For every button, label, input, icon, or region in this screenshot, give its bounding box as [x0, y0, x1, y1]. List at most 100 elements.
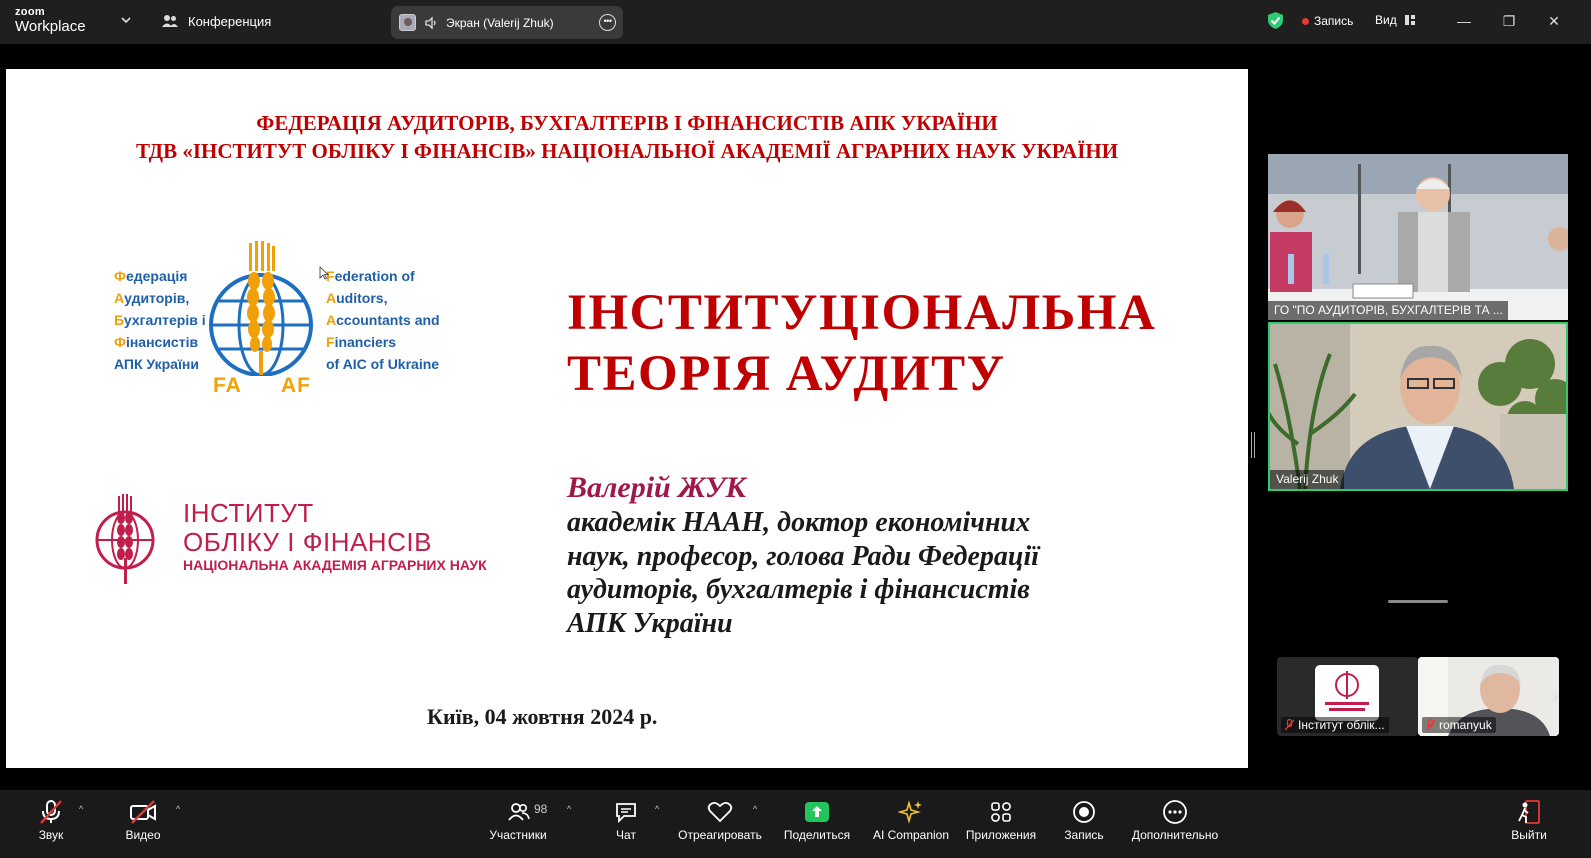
video-options-caret[interactable]: ^	[176, 804, 180, 814]
apps-button[interactable]: Приложения	[963, 798, 1039, 842]
security-shield-icon[interactable]	[1267, 11, 1284, 30]
participant-video-tile[interactable]: ГО "ПО АУДИТОРІВ, БУХГАЛТЕРІВ ТА ...	[1268, 154, 1568, 320]
video-button[interactable]: Видео	[120, 798, 166, 842]
faaf-ua-line-text: АПК України	[114, 356, 199, 372]
view-button[interactable]: Вид	[1375, 13, 1416, 27]
panel-divider[interactable]	[1388, 600, 1448, 603]
faaf-en-line: Accountants and	[326, 309, 440, 331]
faaf-en-initial-letter: A	[326, 312, 337, 328]
author-desc-line-3: аудиторів, бухгалтерів і фінансистів	[567, 574, 1030, 605]
thumbnail-name-text: romanyuk	[1439, 718, 1492, 732]
faaf-en-line: Financiers	[326, 331, 440, 353]
faaf-en-initial-letter: A	[326, 290, 337, 306]
author-desc-line-4: АПК України	[567, 607, 733, 639]
minimize-button[interactable]: —	[1455, 12, 1473, 30]
sparkle-icon	[898, 800, 922, 824]
faaf-fa-letters: FA	[213, 374, 242, 397]
participants-label: Участники	[489, 828, 547, 842]
institute-emblem-icon	[95, 494, 155, 584]
author-name: Валерій ЖУК	[567, 471, 746, 504]
mic-muted-icon	[1285, 719, 1294, 731]
faaf-en-line-text: ccountants and	[336, 312, 440, 328]
faaf-ua-line: Федерація	[114, 265, 206, 287]
faaf-en-line-text: uditors,	[336, 290, 388, 306]
more-options-icon[interactable]: •••	[599, 14, 616, 31]
more-icon	[1163, 800, 1187, 824]
close-button[interactable]: ✕	[1545, 12, 1563, 30]
thumbnail-name-label: Інститут облік...	[1281, 717, 1389, 733]
faaf-ua-line: АПК України	[114, 353, 206, 375]
leave-label: Выйти	[1511, 828, 1547, 842]
meeting-toolbar: Звук ^ Видео ^ Участники 98 ^ Чат ^ Отре…	[0, 790, 1591, 858]
heart-icon	[707, 801, 733, 823]
audio-options-caret[interactable]: ^	[79, 804, 83, 814]
recording-indicator[interactable]: Запись	[1302, 14, 1353, 28]
org-line-2: ТДВ «ІНСТИТУТ ОБЛІКУ І ФІНАНСІВ» НАЦІОНА…	[135, 139, 1119, 163]
faaf-ua-line-text: едерація	[125, 268, 188, 284]
share-screen-icon	[805, 802, 829, 822]
participants-options-caret[interactable]: ^	[567, 804, 571, 814]
faaf-ua-initial-letter: Б	[114, 312, 124, 328]
share-label: Поделиться	[783, 828, 851, 842]
faaf-en-line-text: inanciers	[334, 334, 397, 350]
faaf-en-initial-letter: F	[326, 334, 335, 350]
react-options-caret[interactable]: ^	[753, 804, 757, 814]
faaf-ua-line-text: удиторів,	[124, 290, 190, 306]
faaf-en-line: of AIC of Ukraine	[326, 353, 440, 375]
meeting-label: Конференция	[188, 13, 272, 29]
faaf-ua-line: Фінансистів	[114, 331, 206, 353]
chat-button[interactable]: Чат	[610, 798, 642, 842]
place-and-date: Київ, 04 жовтня 2024 р.	[427, 704, 658, 729]
faaf-ua-initial-letter: Ф	[114, 268, 126, 284]
share-indicator-label: Экран (Valerij Zhuk)	[446, 15, 554, 30]
faaf-ua-initial-letter: А	[114, 290, 125, 306]
meeting-info-button[interactable]: Конференция	[161, 13, 271, 29]
thumbnail-name-label: romanyuk	[1422, 717, 1496, 733]
more-button[interactable]: Дополнительно	[1130, 798, 1220, 842]
screen-share-indicator[interactable]: Экран (Valerij Zhuk) •••	[391, 6, 623, 39]
microphone-muted-icon	[40, 800, 62, 824]
react-label: Отреагировать	[678, 828, 762, 842]
title-bar: zoom Workplace Конференция Экран (Valeri…	[0, 0, 1591, 44]
shared-screen: ФЕДЕРАЦІЯ АУДИТОРІВ, БУХГАЛТЕРІВ І ФІНАН…	[6, 69, 1248, 768]
participant-name-label: ГО "ПО АУДИТОРІВ, БУХГАЛТЕРІВ ТА ...	[1268, 301, 1508, 320]
faaf-text-ukrainian: Федерація Аудиторів, Бухгалтерів і Фінансис…	[114, 265, 206, 375]
video-label: Видео	[125, 828, 161, 842]
record-icon	[1073, 801, 1095, 823]
leave-button[interactable]: Выйти	[1508, 798, 1550, 842]
camera-off-icon	[130, 800, 156, 824]
institute-name-line-2: ОБЛІКУ І ФІНАНСІВ	[183, 527, 432, 557]
faaf-ua-line-text: інансистів	[125, 334, 199, 350]
restore-button[interactable]: ❐	[1500, 12, 1518, 30]
faaf-globe-wheat-icon	[209, 241, 313, 376]
record-button[interactable]: Запись	[1061, 798, 1107, 842]
faaf-ua-line: Аудиторів,	[114, 287, 206, 309]
faaf-text-english: Federation of Auditors, Accountants and Fin…	[326, 265, 440, 375]
chat-options-caret[interactable]: ^	[655, 804, 659, 814]
institute-name-line-3: НАЦІОНАЛЬНА АКАДЕМІЯ АГРАРНИХ НАУК	[183, 557, 487, 573]
chevron-down-icon[interactable]	[120, 14, 132, 26]
panel-resize-handle[interactable]	[1251, 432, 1255, 458]
chevron-right-icon[interactable]: ›	[1552, 686, 1558, 707]
audio-button[interactable]: Звук	[30, 798, 72, 842]
speaker-icon	[425, 15, 436, 30]
ai-companion-button[interactable]: AI Companion	[871, 798, 951, 842]
mic-muted-icon	[1426, 719, 1435, 731]
people-icon	[162, 15, 178, 27]
record-dot-icon	[1302, 17, 1309, 25]
author-description: академік НААН, доктор економічних наук, …	[567, 506, 1187, 640]
mouse-cursor-icon	[319, 266, 329, 280]
participant-thumbnail[interactable]: Інститут облік...	[1277, 657, 1418, 736]
leave-icon	[1518, 800, 1540, 824]
share-button[interactable]: Поделиться	[782, 798, 852, 842]
participant-thumbnail[interactable]: romanyuk	[1418, 657, 1559, 736]
react-button[interactable]: Отреагировать	[676, 798, 764, 842]
active-speaker-video-tile[interactable]: Valerij Zhuk	[1268, 322, 1568, 491]
thumbnail-name-text: Інститут облік...	[1298, 718, 1385, 732]
faaf-en-line-text: ederation of	[334, 268, 415, 284]
title-line-2: ТЕОРІЯ АУДИТУ	[567, 346, 1006, 402]
faaf-ua-line: Бухгалтерів і	[114, 309, 206, 331]
faaf-af-letters: AF	[281, 374, 311, 397]
participants-count: 98	[534, 802, 548, 816]
org-line-1: ФЕДЕРАЦІЯ АУДИТОРІВ, БУХГАЛТЕРІВ І ФІНАН…	[256, 111, 998, 135]
